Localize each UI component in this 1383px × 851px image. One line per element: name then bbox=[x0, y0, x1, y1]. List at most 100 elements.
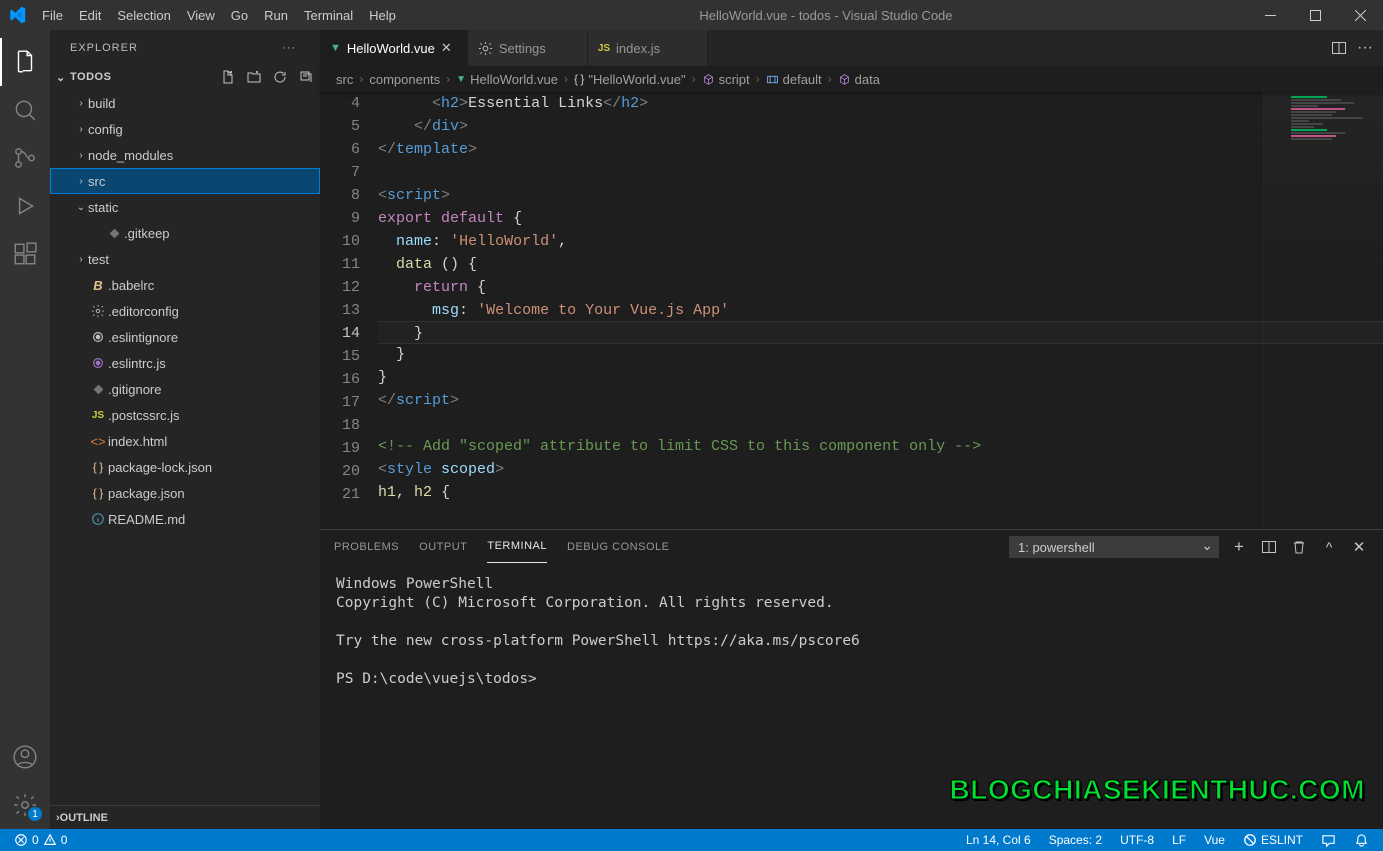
sidebar-folder-header[interactable]: ⌄ TODOS bbox=[50, 65, 320, 89]
file-package-json[interactable]: { }package.json bbox=[50, 480, 320, 506]
line-number: 19 bbox=[320, 437, 360, 460]
menu-terminal[interactable]: Terminal bbox=[296, 0, 361, 30]
file--editorconfig[interactable]: .editorconfig bbox=[50, 298, 320, 324]
refresh-icon[interactable] bbox=[270, 67, 290, 87]
close-panel-icon[interactable]: ✕ bbox=[1349, 537, 1369, 557]
problems-status[interactable]: 0 0 bbox=[10, 829, 71, 851]
tab-HelloWorld-vue[interactable]: ▼HelloWorld.vue✕ bbox=[320, 30, 468, 66]
panel-tab-debug-console[interactable]: DEBUG CONSOLE bbox=[567, 530, 669, 563]
close-tab-icon[interactable]: ✕ bbox=[441, 40, 457, 56]
eslint-status[interactable]: ESLINT bbox=[1239, 833, 1307, 847]
panel-tab-problems[interactable]: PROBLEMS bbox=[334, 530, 399, 563]
maximize-panel-icon[interactable]: ^ bbox=[1319, 537, 1339, 557]
line-number: 8 bbox=[320, 184, 360, 207]
new-file-icon[interactable] bbox=[218, 67, 238, 87]
breadcrumb-item[interactable]: ▼HelloWorld.vue bbox=[456, 72, 558, 87]
explorer-activity-icon[interactable] bbox=[0, 38, 50, 86]
collapse-all-icon[interactable] bbox=[296, 67, 316, 87]
code-line: msg: 'Welcome to Your Vue.js App' bbox=[378, 299, 1383, 322]
panel-tab-terminal[interactable]: TERMINAL bbox=[487, 530, 547, 563]
file--eslintrc-js[interactable]: .eslintrc.js bbox=[50, 350, 320, 376]
folder-test[interactable]: ›test bbox=[50, 246, 320, 272]
folder-build[interactable]: ›build bbox=[50, 90, 320, 116]
tab-index-js[interactable]: JSindex.js✕ bbox=[588, 30, 708, 66]
menu-go[interactable]: Go bbox=[223, 0, 256, 30]
title-bar: FileEditSelectionViewGoRunTerminalHelp H… bbox=[0, 0, 1383, 30]
notifications-icon[interactable] bbox=[1350, 833, 1373, 848]
breadcrumb-item[interactable]: script bbox=[702, 72, 750, 87]
menu-view[interactable]: View bbox=[179, 0, 223, 30]
file--gitignore[interactable]: .gitignore bbox=[50, 376, 320, 402]
tree-item-label: test bbox=[88, 252, 109, 267]
breadcrumb-item[interactable]: { }"HelloWorld.vue" bbox=[574, 72, 686, 87]
breadcrumb-item[interactable]: components bbox=[369, 72, 440, 87]
minimap[interactable] bbox=[1263, 92, 1383, 529]
sidebar-folder-name: TODOS bbox=[70, 71, 218, 83]
new-folder-icon[interactable] bbox=[244, 67, 264, 87]
menu-file[interactable]: File bbox=[34, 0, 71, 30]
chevron-down-icon: ⌄ bbox=[56, 71, 70, 84]
kill-terminal-icon[interactable] bbox=[1289, 537, 1309, 557]
terminal-selector[interactable]: 1: powershell bbox=[1009, 536, 1219, 558]
sidebar-more-icon[interactable]: ··· bbox=[278, 38, 300, 58]
file--eslintignore[interactable]: .eslintignore bbox=[50, 324, 320, 350]
settings-activity-icon[interactable]: 1 bbox=[0, 781, 50, 829]
feedback-icon[interactable] bbox=[1317, 833, 1340, 848]
file-package-lock-json[interactable]: { }package-lock.json bbox=[50, 454, 320, 480]
encoding-status[interactable]: UTF-8 bbox=[1116, 833, 1158, 847]
<>-icon: <> bbox=[88, 434, 108, 449]
folder-config[interactable]: ›config bbox=[50, 116, 320, 142]
breadcrumb-item[interactable]: src bbox=[336, 72, 353, 87]
js-icon: JS bbox=[598, 43, 610, 54]
terminal-line bbox=[336, 651, 1367, 670]
folder-node_modules[interactable]: ›node_modules bbox=[50, 142, 320, 168]
minimize-button[interactable] bbox=[1248, 0, 1293, 30]
diamond-icon bbox=[88, 383, 108, 396]
menu-help[interactable]: Help bbox=[361, 0, 404, 30]
line-number: 12 bbox=[320, 276, 360, 299]
tab-more-icon[interactable]: ··· bbox=[1357, 39, 1373, 57]
{}-icon: { } bbox=[88, 486, 108, 500]
debug-activity-icon[interactable] bbox=[0, 182, 50, 230]
line-number: 7 bbox=[320, 161, 360, 184]
maximize-button[interactable] bbox=[1293, 0, 1338, 30]
accounts-activity-icon[interactable] bbox=[0, 733, 50, 781]
file-README-md[interactable]: README.md bbox=[50, 506, 320, 532]
folder-src[interactable]: ›src bbox=[50, 168, 320, 194]
tree-item-label: node_modules bbox=[88, 148, 173, 163]
chevron-right-icon: › bbox=[359, 72, 363, 86]
line-number: 18 bbox=[320, 414, 360, 437]
language-status[interactable]: Vue bbox=[1200, 833, 1229, 847]
eol-status[interactable]: LF bbox=[1168, 833, 1190, 847]
panel-tab-output[interactable]: OUTPUT bbox=[419, 530, 467, 563]
terminal[interactable]: Windows PowerShellCopyright (C) Microsof… bbox=[320, 563, 1383, 829]
chevron-icon: › bbox=[74, 98, 88, 109]
menu-run[interactable]: Run bbox=[256, 0, 296, 30]
file--postcssrc-js[interactable]: JS.postcssrc.js bbox=[50, 402, 320, 428]
breadcrumb-item[interactable]: data bbox=[838, 72, 880, 87]
extensions-activity-icon[interactable] bbox=[0, 230, 50, 278]
outline-header[interactable]: › OUTLINE bbox=[50, 805, 320, 829]
breadcrumbs[interactable]: src›components›▼HelloWorld.vue›{ }"Hello… bbox=[320, 66, 1383, 92]
settings-badge: 1 bbox=[28, 807, 42, 821]
menu-selection[interactable]: Selection bbox=[109, 0, 178, 30]
indentation-status[interactable]: Spaces: 2 bbox=[1045, 833, 1106, 847]
tab-Settings[interactable]: Settings✕ bbox=[468, 30, 588, 66]
chevron-right-icon: › bbox=[446, 72, 450, 86]
file--babelrc[interactable]: B.babelrc bbox=[50, 272, 320, 298]
source-control-activity-icon[interactable] bbox=[0, 134, 50, 182]
menu-edit[interactable]: Edit bbox=[71, 0, 109, 30]
search-activity-icon[interactable] bbox=[0, 86, 50, 134]
close-button[interactable] bbox=[1338, 0, 1383, 30]
split-terminal-icon[interactable] bbox=[1259, 537, 1279, 557]
tab-label: Settings bbox=[499, 41, 546, 56]
code-line: </template> bbox=[378, 138, 1383, 161]
file-index-html[interactable]: <>index.html bbox=[50, 428, 320, 454]
breadcrumb-item[interactable]: default bbox=[766, 72, 822, 87]
split-editor-icon[interactable] bbox=[1331, 40, 1347, 56]
code-editor[interactable]: 456789101112131415161718192021 <h2>Essen… bbox=[320, 92, 1383, 529]
folder-static[interactable]: ⌄static bbox=[50, 194, 320, 220]
file--gitkeep[interactable]: .gitkeep bbox=[50, 220, 320, 246]
new-terminal-icon[interactable]: + bbox=[1229, 537, 1249, 557]
cursor-position[interactable]: Ln 14, Col 6 bbox=[962, 833, 1035, 847]
